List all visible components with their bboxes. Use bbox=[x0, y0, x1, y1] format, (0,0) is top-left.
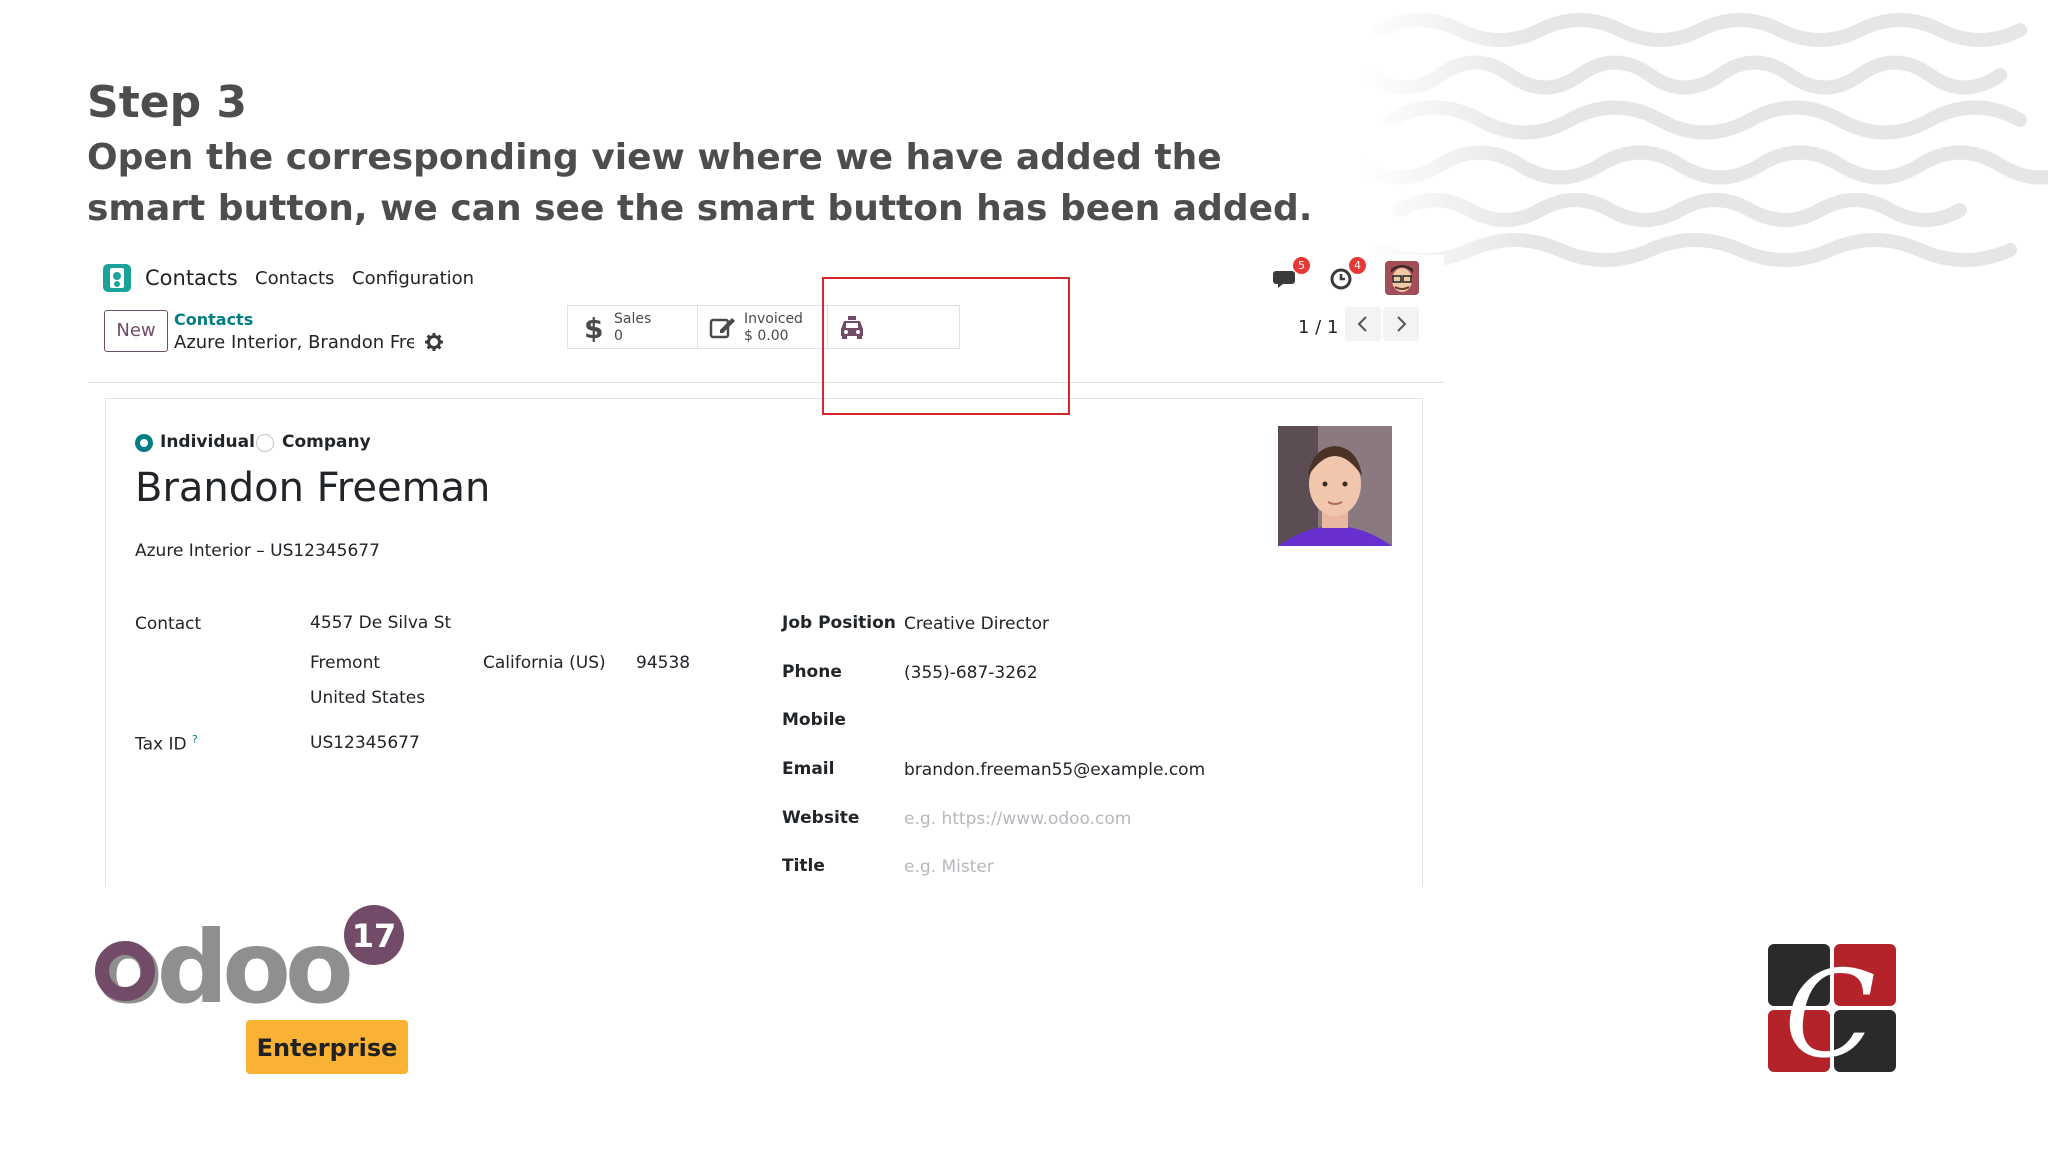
company-radio[interactable] bbox=[256, 434, 274, 452]
activities-badge: 4 bbox=[1349, 257, 1366, 274]
chevron-right-icon bbox=[1397, 316, 1407, 332]
smart-button-highlight bbox=[822, 277, 1070, 415]
title-field[interactable]: e.g. Mister bbox=[904, 857, 994, 877]
decorative-pattern bbox=[1360, 0, 2048, 270]
sales-value: 0 bbox=[614, 328, 623, 344]
slide-heading: Step 3 Open the corresponding view where… bbox=[87, 74, 1347, 234]
contact-photo-image bbox=[1278, 426, 1392, 546]
partner-name[interactable]: Brandon Freeman bbox=[135, 465, 490, 511]
messages-badge: 5 bbox=[1293, 257, 1310, 274]
phone-label: Phone bbox=[782, 662, 842, 682]
step-title: Step 3 bbox=[87, 77, 247, 128]
enterprise-label: Enterprise bbox=[257, 1034, 398, 1062]
contact-address-label: Contact bbox=[135, 614, 202, 634]
website-label: Website bbox=[782, 808, 860, 828]
individual-label[interactable]: Individual bbox=[160, 432, 255, 452]
pager-next[interactable] bbox=[1383, 307, 1419, 341]
user-avatar[interactable] bbox=[1385, 261, 1419, 295]
country-field[interactable]: United States bbox=[310, 688, 425, 708]
job-position-label: Job Position bbox=[782, 613, 896, 633]
pager-previous[interactable] bbox=[1345, 307, 1381, 341]
state-field[interactable]: California (US) bbox=[483, 653, 606, 673]
menu-configuration[interactable]: Configuration bbox=[352, 268, 474, 289]
street-field[interactable]: 4557 De Silva St bbox=[310, 613, 451, 633]
messages-button[interactable]: 5 bbox=[1272, 257, 1310, 293]
new-button[interactable]: New bbox=[104, 310, 168, 352]
city-field[interactable]: Fremont bbox=[310, 653, 380, 673]
partner-logo: C bbox=[1768, 944, 1896, 1072]
individual-radio[interactable] bbox=[135, 434, 153, 452]
sales-label: Sales bbox=[614, 311, 652, 327]
website-field[interactable]: e.g. https://www.odoo.com bbox=[904, 809, 1131, 829]
tax-id-field[interactable]: US12345677 bbox=[310, 733, 420, 753]
app-screenshot: Contacts Contacts Configuration 5 4 New … bbox=[88, 255, 1444, 887]
tax-id-label-text: Tax ID bbox=[135, 734, 187, 755]
breadcrumb-contacts[interactable]: Contacts bbox=[174, 310, 253, 329]
gear-icon[interactable] bbox=[424, 332, 444, 352]
job-position-field[interactable]: Creative Director bbox=[904, 614, 1049, 634]
svg-text:$: $ bbox=[584, 312, 603, 342]
odoo-logo: odoo 17 Enterprise bbox=[94, 905, 408, 1074]
user-avatar-image bbox=[1385, 261, 1419, 295]
record-name: Azure Interior, Brandon Fre... bbox=[174, 332, 414, 353]
form-sheet: Individual Company Brandon Freeman Azure… bbox=[105, 398, 1423, 887]
contacts-app-icon[interactable] bbox=[103, 264, 131, 292]
phone-field[interactable]: (355)-687-3262 bbox=[904, 663, 1038, 683]
nav-app-name[interactable]: Contacts bbox=[145, 266, 238, 290]
title-label: Title bbox=[782, 856, 825, 876]
top-navbar: Contacts Contacts Configuration 5 4 bbox=[88, 255, 1444, 303]
dollar-icon: $ bbox=[584, 312, 603, 342]
control-panel: New Contacts Azure Interior, Brandon Fre… bbox=[88, 303, 1444, 383]
invoiced-value: $ 0.00 bbox=[744, 328, 789, 344]
contact-photo[interactable] bbox=[1278, 426, 1392, 546]
pager-value[interactable]: 1 / 1 bbox=[1298, 317, 1338, 338]
email-label: Email bbox=[782, 759, 835, 779]
chevron-left-icon bbox=[1357, 316, 1367, 332]
invoiced-smart-button[interactable]: Invoiced $ 0.00 bbox=[698, 306, 828, 348]
mobile-label: Mobile bbox=[782, 710, 846, 730]
step-description: Open the corresponding view where we hav… bbox=[87, 137, 1313, 229]
menu-contacts[interactable]: Contacts bbox=[255, 268, 334, 289]
email-field[interactable]: brandon.freeman55@example.com bbox=[904, 760, 1205, 780]
company-label[interactable]: Company bbox=[282, 432, 371, 452]
tax-id-label: Tax ID ? bbox=[135, 733, 198, 755]
sales-smart-button[interactable]: $ Sales 0 bbox=[568, 306, 698, 348]
help-icon[interactable]: ? bbox=[192, 733, 198, 746]
odoo-version-badge: 17 bbox=[352, 917, 397, 955]
odoo-wordmark: odoo bbox=[94, 909, 350, 1026]
invoiced-label: Invoiced bbox=[744, 311, 803, 327]
partner-logo-letter: C bbox=[1784, 946, 1876, 1072]
edit-icon bbox=[709, 318, 735, 339]
activities-button[interactable]: 4 bbox=[1328, 257, 1366, 293]
company-field[interactable]: Azure Interior – US12345677 bbox=[135, 541, 380, 561]
zip-field[interactable]: 94538 bbox=[636, 653, 690, 673]
